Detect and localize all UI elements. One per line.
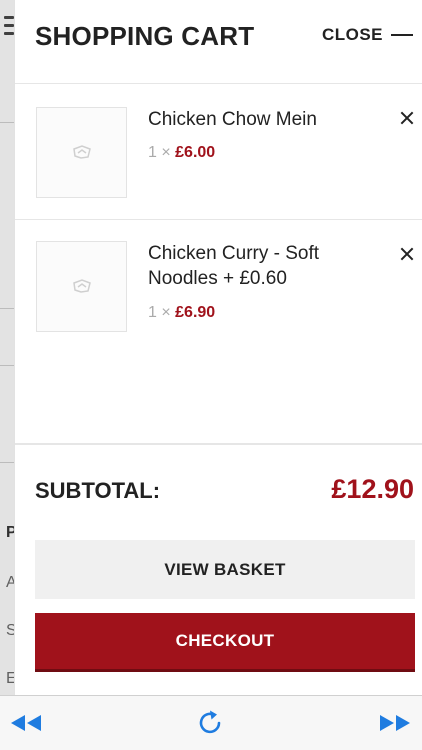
remove-item-icon[interactable] [399, 246, 415, 262]
image-placeholder-icon [73, 279, 91, 293]
product-thumbnail [36, 241, 127, 332]
divider [15, 443, 422, 445]
cart-header: SHOPPING CART CLOSE [15, 0, 422, 84]
item-price: £6.00 [175, 144, 216, 161]
image-placeholder-icon [73, 145, 91, 159]
item-name: Chicken Chow Mein [148, 109, 317, 130]
fast-forward-icon[interactable] [378, 713, 412, 733]
checkout-button[interactable]: CHECKOUT [35, 613, 415, 672]
item-quantity: 1 × [148, 304, 171, 321]
close-dash-icon [391, 34, 413, 36]
cart-item: Chicken Chow Mein 1 × £6.00 [15, 84, 422, 220]
product-thumbnail [36, 107, 127, 198]
cart-panel: SHOPPING CART CLOSE Chicken Chow Mein 1 … [14, 0, 422, 695]
close-label: CLOSE [321, 25, 383, 44]
remove-item-icon[interactable] [399, 110, 415, 126]
cart-item: Chicken Curry - Soft Noodles + £0.60 1 ×… [15, 220, 422, 350]
item-name: Chicken Curry - Soft Noodles + £0.60 [148, 243, 320, 289]
item-price-line: 1 × £6.90 [148, 304, 215, 322]
rewind-icon[interactable] [9, 713, 43, 733]
reload-icon[interactable] [197, 709, 225, 737]
item-price-line: 1 × £6.00 [148, 144, 215, 162]
browser-toolbar [0, 695, 422, 750]
subtotal-value: £12.90 [331, 474, 414, 504]
close-button[interactable]: CLOSE [322, 25, 413, 45]
item-price: £6.90 [175, 304, 216, 321]
subtotal-label: SUBTOTAL: [35, 478, 161, 503]
cart-title: SHOPPING CART [35, 21, 255, 51]
overlay-shade [0, 0, 14, 695]
view-basket-button[interactable]: VIEW BASKET [35, 540, 415, 599]
item-quantity: 1 × [148, 144, 171, 161]
